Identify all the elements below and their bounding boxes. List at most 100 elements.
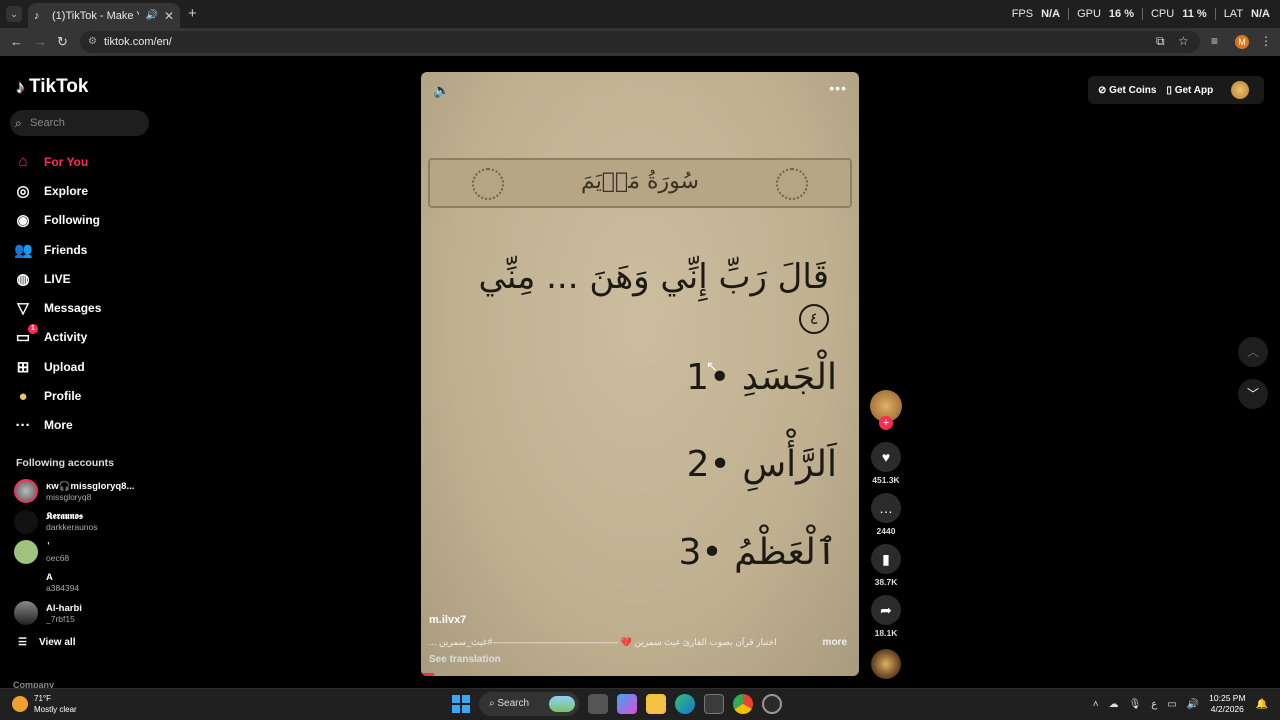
url-text: tiktok.com/en/ bbox=[104, 36, 172, 48]
sidebar-item-label: Friends bbox=[44, 242, 88, 257]
caption-more-button[interactable]: more bbox=[823, 637, 847, 648]
video-actions: + ♥ 451.3K … 2440 ▮ 38.7K ➦ 18.1K bbox=[870, 390, 902, 638]
surah-banner: سُورَةُ مَرۡيَمَ bbox=[428, 158, 852, 208]
windows-start-icon[interactable] bbox=[452, 695, 470, 713]
notification-bell-icon[interactable]: 🔔 bbox=[1256, 699, 1268, 710]
get-app-button[interactable]: ▯ Get App bbox=[1166, 85, 1213, 96]
avatar bbox=[14, 540, 38, 565]
task-view-icon[interactable] bbox=[588, 694, 608, 714]
microphone-icon[interactable]: 🎙 bbox=[1129, 699, 1142, 710]
share-button[interactable]: ➦ 18.1K bbox=[870, 595, 902, 638]
option-text: الْجَسَدِ bbox=[741, 357, 837, 398]
clock[interactable]: 10:25 PM 4/2/2026 bbox=[1209, 693, 1245, 715]
app-icon[interactable] bbox=[762, 694, 782, 714]
activity-icon: ▭ 1 bbox=[14, 324, 38, 346]
tiktok-favicon-icon: ♪ bbox=[34, 9, 40, 22]
sidebar-item-activity[interactable]: ▭ 1 Activity bbox=[14, 323, 154, 352]
tab-search-button[interactable]: ⌄ bbox=[6, 6, 22, 22]
taskbar-search-label: Search bbox=[497, 698, 530, 709]
answer-option: ٱلْعَظْمُ •3 bbox=[678, 532, 837, 573]
url-field[interactable]: ⚙ tiktok.com/en/ bbox=[80, 31, 1200, 53]
sidebar-item-following[interactable]: ◉ Following bbox=[14, 206, 154, 235]
browser-menu-icon[interactable]: ⋮ bbox=[1260, 34, 1272, 48]
sidebar-item-messages[interactable]: ▽ Messages bbox=[14, 293, 154, 322]
cloud-icon[interactable]: ☁ bbox=[1109, 699, 1119, 710]
bookmark-star-icon[interactable]: ☆ bbox=[1178, 34, 1189, 48]
search-input[interactable]: ⌕ Search bbox=[10, 110, 149, 136]
account-name: A bbox=[46, 572, 53, 584]
forward-arrow-icon[interactable]: → bbox=[34, 34, 47, 49]
music-disc-icon[interactable] bbox=[871, 649, 901, 679]
reading-list-icon[interactable]: ≡ bbox=[1211, 34, 1218, 48]
browser-tab[interactable]: ♪ (1)TikTok - Make Your Day 🔊 ✕ bbox=[28, 3, 180, 28]
creator-avatar[interactable]: + bbox=[870, 390, 902, 430]
performance-overlay: FPS N/A GPU 16 % CPU 11 % LAT N/A bbox=[1012, 8, 1270, 20]
tiktok-logo[interactable]: ♪ TikTok bbox=[16, 76, 88, 98]
divider bbox=[1214, 8, 1216, 20]
sidebar-menu: ⌂ For You ◎ Explore ◉ Following 👥 Friend… bbox=[14, 147, 154, 440]
taskbar-search[interactable]: ⌕ Search bbox=[479, 692, 579, 716]
weather-widget[interactable]: 71°F Mostly clear bbox=[12, 693, 77, 715]
following-account-item[interactable]: ٰoec68 bbox=[14, 537, 154, 568]
video-caption: اختبار قرآن بصوت القارئ غيث سمرين 💔 ————… bbox=[429, 637, 777, 647]
video-author[interactable]: m.ilvx7 bbox=[429, 614, 466, 626]
sidebar-item-label: Profile bbox=[44, 389, 82, 404]
comment-button[interactable]: … 2440 bbox=[870, 493, 902, 536]
following-account-item[interactable]: Al-harbi _7rbf15 bbox=[14, 598, 154, 629]
follow-plus-icon[interactable]: + bbox=[879, 416, 893, 430]
tab-close-icon[interactable]: ✕ bbox=[164, 9, 174, 23]
sidebar-item-friends[interactable]: 👥 Friends bbox=[14, 235, 154, 264]
friends-icon: 👥 bbox=[14, 241, 33, 259]
next-video-button[interactable]: ﹀ bbox=[1238, 379, 1268, 409]
chevron-up-icon[interactable]: ˄ bbox=[1093, 699, 1099, 710]
sidebar-item-explore[interactable]: ◎ Explore bbox=[14, 176, 154, 205]
gpu-label: GPU bbox=[1077, 8, 1101, 20]
copilot-icon[interactable] bbox=[617, 694, 637, 714]
sidebar-item-for-you[interactable]: ⌂ For You bbox=[14, 147, 154, 176]
following-account-item[interactable]: 𝕶𝖊𝖗𝖆𝖚𝖓𝖔𝖘 darkkeraunos bbox=[14, 507, 154, 538]
chrome-icon[interactable] bbox=[733, 694, 753, 714]
sidebar-item-label: More bbox=[44, 418, 73, 433]
network-icon[interactable]: ▭ bbox=[1167, 699, 1176, 710]
new-tab-button[interactable]: + bbox=[188, 5, 197, 22]
account-name: ٰ bbox=[46, 542, 69, 553]
sidebar-item-live[interactable]: ◍ LIVE bbox=[14, 264, 154, 293]
taskbar-apps: ⌕ Search bbox=[452, 692, 782, 716]
heart-icon: ♥ bbox=[871, 442, 901, 472]
user-avatar[interactable] bbox=[1231, 81, 1250, 99]
sidebar-item-more[interactable]: ··· More bbox=[14, 411, 154, 440]
account-name: ĸw🎧missgloryq8... bbox=[46, 480, 135, 492]
reload-icon[interactable]: ↻ bbox=[57, 34, 68, 50]
view-all-label: View all bbox=[38, 637, 76, 648]
save-button[interactable]: ▮ 38.7K bbox=[870, 544, 902, 587]
site-info-icon[interactable]: ⚙ bbox=[88, 31, 97, 53]
sidebar-item-upload[interactable]: ⊞ Upload bbox=[14, 352, 154, 381]
option-text: ٱلْعَظْمُ bbox=[734, 532, 837, 573]
previous-video-button[interactable]: ︿ bbox=[1238, 337, 1268, 367]
sidebar-item-label: Explore bbox=[44, 183, 89, 198]
get-coins-button[interactable]: ⊘ Get Coins bbox=[1098, 85, 1156, 96]
account-handle: missgloryq8 bbox=[46, 491, 92, 502]
volume-icon[interactable]: 🔈 bbox=[433, 82, 450, 99]
store-icon[interactable] bbox=[704, 694, 724, 714]
like-button[interactable]: ♥ 451.3K bbox=[870, 442, 902, 485]
volume-icon[interactable]: 🔊 bbox=[1187, 699, 1199, 710]
following-account-item[interactable]: Aa384394 bbox=[14, 568, 154, 599]
account-name: Al-harbi bbox=[46, 602, 82, 614]
install-app-icon[interactable]: ⧉ bbox=[1156, 34, 1165, 49]
upload-icon: ⊞ bbox=[16, 358, 30, 376]
back-arrow-icon[interactable]: ← bbox=[10, 34, 23, 49]
profile-avatar[interactable]: M bbox=[1235, 35, 1249, 49]
live-icon: ◍ bbox=[16, 270, 30, 288]
language-indicator[interactable]: ع bbox=[1151, 699, 1157, 710]
tab-audio-icon[interactable]: 🔊 bbox=[145, 10, 157, 21]
sidebar-item-profile[interactable]: ● Profile bbox=[14, 381, 154, 410]
view-all-button[interactable]: ☰ View all bbox=[18, 637, 75, 648]
video-progress-bar[interactable] bbox=[421, 673, 435, 676]
video-player[interactable]: 🔈 ••• سُورَةُ مَرۡيَمَ قَالَ رَبِّ إِنِّ… bbox=[421, 72, 859, 676]
file-explorer-icon[interactable] bbox=[646, 694, 666, 714]
video-options-icon[interactable]: ••• bbox=[829, 80, 847, 96]
see-translation-button[interactable]: See translation bbox=[429, 654, 501, 665]
edge-icon[interactable] bbox=[675, 694, 695, 714]
following-account-item[interactable]: ĸw🎧missgloryq8... missgloryq8 bbox=[14, 476, 154, 507]
